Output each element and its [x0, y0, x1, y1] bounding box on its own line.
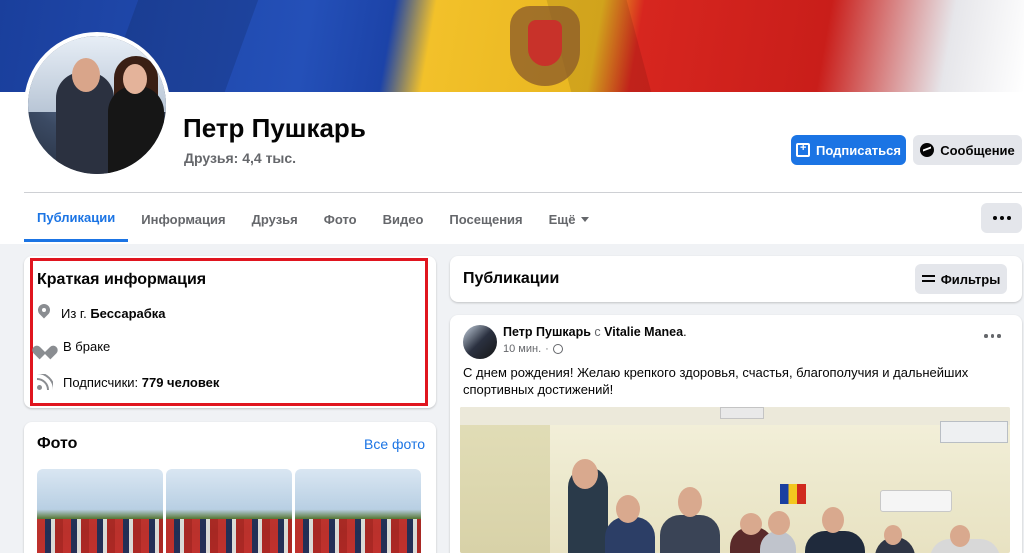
tab-about[interactable]: Информация [128, 196, 238, 242]
relationship-text: В браке [63, 339, 111, 354]
photo-light [720, 407, 764, 419]
post-options-button[interactable] [984, 334, 1001, 338]
post-meta: 10 мин. · [503, 343, 563, 355]
tab-label: Посещения [449, 211, 523, 227]
photo-person-head [740, 513, 762, 535]
post-with-word: с [594, 325, 601, 339]
photo-person [805, 531, 865, 553]
post-meta-separator: · [545, 343, 549, 355]
tab-label: Друзья [251, 211, 298, 227]
tab-photos[interactable]: Фото [311, 196, 370, 242]
photo-person-head [678, 487, 702, 517]
followers-rss-icon [37, 374, 53, 390]
messenger-icon [920, 143, 935, 157]
tab-more[interactable]: Ещё [536, 196, 602, 242]
photo-thumbnail[interactable] [166, 469, 292, 553]
photo-person-head [768, 511, 790, 535]
photo-thumbnail[interactable] [37, 469, 163, 553]
ellipsis-icon [984, 334, 988, 338]
photo-person-head [572, 459, 598, 489]
followers-rss-dot [37, 385, 42, 390]
tab-label: Видео [382, 211, 424, 227]
hometown-prefix: Из г. [61, 305, 87, 321]
intro-title: Краткая информация [37, 271, 207, 288]
photo-people [37, 519, 163, 553]
ellipsis-icon [1006, 216, 1011, 220]
tab-label: Ещё [548, 211, 576, 227]
post-timestamp[interactable]: 10 мин. [503, 343, 541, 355]
message-button[interactable]: Сообщение [913, 135, 1022, 165]
followers-link[interactable]: 779 человек [142, 375, 220, 390]
hometown-text: Из г. Бессарабка [61, 306, 166, 321]
photo-person-head [822, 507, 844, 533]
ellipsis-icon [992, 216, 997, 220]
globe-icon[interactable] [552, 344, 563, 354]
more-options-button[interactable] [981, 203, 1022, 233]
coat-of-arms-shield [528, 20, 562, 66]
message-label: Сообщение [940, 142, 1015, 158]
heart-icon [37, 340, 53, 354]
post-author-line: Петр Пушкарь с Vitalie Manea. [503, 325, 687, 339]
post-tagged-link[interactable]: Vitalie Manea [604, 325, 683, 339]
followers-prefix: Подписчики: [63, 374, 139, 390]
chevron-down-icon [580, 216, 589, 222]
see-all-photos-link[interactable]: Все фото [364, 436, 425, 452]
intro-hometown: Из г. Бессарабка [37, 304, 166, 322]
photos-title[interactable]: Фото [37, 435, 77, 453]
tab-videos[interactable]: Видео [370, 196, 437, 242]
photo-light [940, 421, 1008, 443]
tab-label: Информация [141, 211, 226, 227]
filters-button[interactable]: Фильтры [915, 264, 1007, 294]
profile-avatar[interactable] [24, 32, 170, 178]
subscribe-icon [795, 142, 810, 157]
photo-people [295, 519, 421, 553]
avatar-person-face [123, 64, 147, 94]
subscribe-label: Подписаться [815, 142, 901, 158]
tab-friends[interactable]: Друзья [239, 196, 311, 242]
post-photo[interactable] [460, 407, 1010, 553]
tab-label: Фото [323, 211, 357, 227]
hometown-link[interactable]: Бессарабка [90, 306, 165, 321]
avatar-person-face [72, 58, 100, 92]
tab-label: Публикации [37, 210, 116, 225]
post-author-period: . [683, 325, 687, 339]
subscribe-button[interactable]: Подписаться [791, 135, 906, 165]
ellipsis-icon [990, 334, 994, 338]
avatar-person [108, 86, 164, 174]
moldova-flag-icon [780, 484, 806, 504]
header-divider [24, 192, 1022, 193]
photo-people [166, 519, 292, 553]
photo-person-head [616, 495, 640, 523]
post-author-avatar[interactable] [463, 325, 497, 359]
followers-text: Подписчики: 779 человек [63, 375, 219, 390]
filters-label: Фильтры [940, 271, 1001, 287]
post-text: С днем рождения! Желаю крепкого здоровья… [463, 365, 969, 397]
photo-person-head [950, 525, 970, 547]
photo-wall [460, 407, 550, 553]
filter-sliders-icon [921, 274, 935, 284]
photo-air-conditioner [880, 490, 952, 512]
profile-tabs: Публикации Информация Друзья Фото Видео … [24, 196, 602, 242]
filter-slider-line [921, 275, 935, 277]
intro-followers: Подписчики: 779 человек [37, 374, 219, 390]
tab-posts[interactable]: Публикации [24, 196, 129, 242]
ellipsis-icon [999, 216, 1004, 220]
photo-thumbnail[interactable] [295, 469, 421, 553]
tab-checkins[interactable]: Посещения [436, 196, 535, 242]
friends-count-link[interactable]: Друзья: 4,4 тыс. [184, 150, 296, 166]
post-author-link[interactable]: Петр Пушкарь [503, 325, 591, 339]
posts-title: Публикации [463, 270, 560, 287]
location-pin-icon [37, 304, 51, 322]
photo-person-head [884, 525, 902, 545]
photo-person [660, 515, 720, 553]
ellipsis-icon [997, 334, 1001, 338]
filter-slider-line [921, 280, 935, 282]
profile-name: Петр Пушкарь [183, 113, 366, 143]
intro-relationship: В браке [37, 339, 110, 354]
